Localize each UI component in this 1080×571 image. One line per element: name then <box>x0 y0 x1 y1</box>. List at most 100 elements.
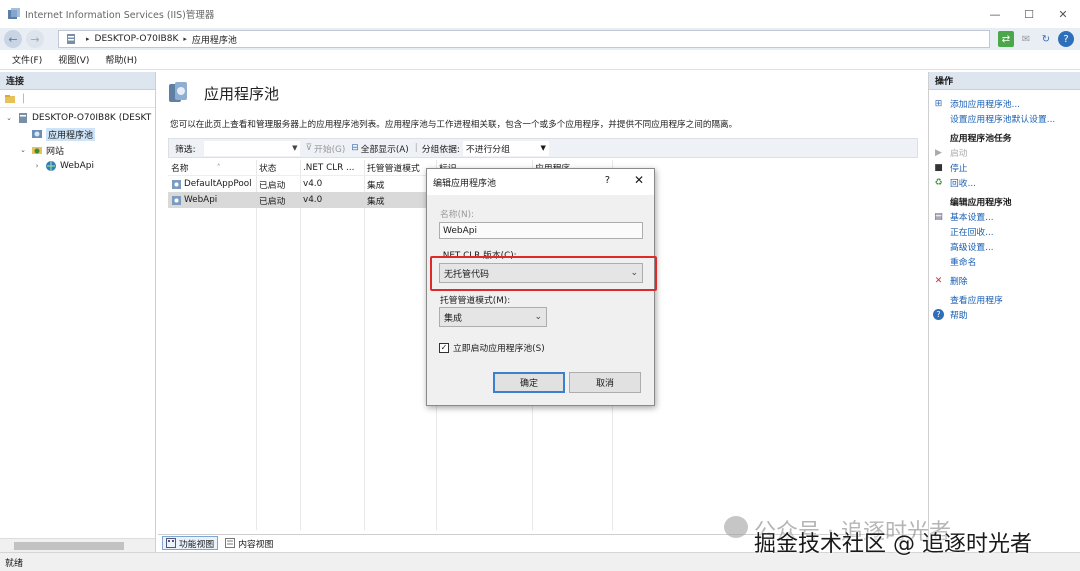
folder-globe-icon <box>32 147 42 154</box>
action-set-defaults[interactable]: 设置应用程序池默认设置... <box>929 111 1080 126</box>
action-label: 正在回收... <box>950 228 994 238</box>
horizontal-scrollbar[interactable] <box>0 538 155 552</box>
pool-name: WebApi <box>184 195 218 205</box>
server-icon <box>67 34 75 44</box>
actions-header: 操作 <box>929 72 1080 90</box>
action-label: 停止 <box>950 164 968 174</box>
app-pool-icon <box>172 195 181 205</box>
breadcrumb-app-pools[interactable]: 应用程序池 <box>192 33 237 46</box>
breadcrumb[interactable]: ▸ DESKTOP-O70IB8K ▸ 应用程序池 <box>58 30 990 48</box>
help-icon[interactable]: ? <box>1058 31 1074 47</box>
back-button[interactable]: ← <box>4 30 22 48</box>
tree-item-sites[interactable]: ⌄ 网站 <box>0 142 155 158</box>
pipeline-mode-select[interactable]: 集成 ⌄ <box>439 307 547 327</box>
action-view-applications[interactable]: 查看应用程序 <box>929 292 1080 307</box>
column-header-name[interactable]: 名称 ˄ <box>168 161 256 174</box>
action-add-app-pool[interactable]: ⊞ 添加应用程序池... <box>929 96 1080 111</box>
tree-item-label: 网站 <box>46 146 65 157</box>
action-label: 回收... <box>950 179 976 189</box>
toolbar-separator: | <box>414 143 418 153</box>
action-start[interactable]: ▶ 启动 <box>929 145 1080 160</box>
tree-item-server[interactable]: ⌄ DESKTOP-O70IB8K (DESKT <box>0 110 155 126</box>
action-label: 基本设置... <box>950 213 994 223</box>
action-basic-settings[interactable]: ▤ 基本设置... <box>929 209 1080 224</box>
ok-button[interactable]: 确定 <box>493 372 565 393</box>
action-label: 重命名 <box>950 258 977 268</box>
dialog-close-button[interactable]: ✕ <box>634 173 644 187</box>
page-header: 应用程序池 <box>166 80 279 106</box>
forward-button[interactable]: → <box>26 30 44 48</box>
action-label: 设置应用程序池默认设置... <box>950 115 1056 125</box>
action-stop[interactable]: ■ 停止 <box>929 160 1080 175</box>
action-recycle[interactable]: ♻ 回收... <box>929 175 1080 190</box>
window-title: Internet Information Services (IIS)管理器 <box>25 10 215 21</box>
recycle-icon: ♻ <box>934 177 943 188</box>
connect-to-server-icon[interactable] <box>4 93 16 105</box>
column-header-clr[interactable]: .NET CLR ... <box>300 163 364 173</box>
tree-item-webapi[interactable]: › WebApi <box>0 158 155 174</box>
connect-icon[interactable]: ⇄ <box>998 31 1014 47</box>
menu-file[interactable]: 文件(F) <box>12 53 42 66</box>
pipeline-mode-value: 集成 <box>444 313 463 324</box>
refresh-icon[interactable]: ↻ <box>1038 31 1054 47</box>
minimize-button[interactable]: — <box>978 0 1012 28</box>
scrollbar-thumb[interactable] <box>14 542 124 550</box>
name-field[interactable]: WebApi <box>439 222 643 239</box>
tab-content-view[interactable]: 内容视图 <box>222 536 276 550</box>
column-header-status[interactable]: 状态 <box>256 161 300 174</box>
page-title: 应用程序池 <box>204 84 280 103</box>
dialog-help-button[interactable]: ? <box>605 175 610 186</box>
tree-item-app-pools[interactable]: 应用程序池 <box>0 126 155 142</box>
action-advanced-settings[interactable]: 高级设置... <box>929 239 1080 254</box>
start-filter-label: 开始(G) <box>314 144 346 155</box>
breadcrumb-server[interactable]: DESKTOP-O70IB8K <box>95 34 179 44</box>
show-all-button[interactable]: ⊟ 全部显示(A) <box>351 142 408 155</box>
settings-page-icon: ▤ <box>934 211 943 222</box>
cancel-button[interactable]: 取消 <box>569 372 641 393</box>
menu-view[interactable]: 视图(V) <box>58 53 89 66</box>
dialog-title-bar: 编辑应用程序池 ? ✕ <box>427 169 654 195</box>
stop-icon[interactable]: ✉ <box>1018 31 1034 47</box>
menu-help[interactable]: 帮助(H) <box>105 53 137 66</box>
pool-status: 已启动 <box>259 196 286 207</box>
address-bar: ← → ▸ DESKTOP-O70IB8K ▸ 应用程序池 ⇄ ✉ ↻ ? <box>0 28 1080 50</box>
action-delete[interactable]: ✕ 删除 <box>929 273 1080 288</box>
connections-header: 连接 <box>0 72 155 90</box>
show-all-icon: ⊟ <box>351 143 359 153</box>
action-rename[interactable]: 重命名 <box>929 254 1080 269</box>
chevron-right-icon[interactable]: › <box>32 162 42 170</box>
close-button[interactable]: ✕ <box>1046 0 1080 28</box>
filter-input[interactable]: ▼ <box>203 140 300 156</box>
dropdown-arrow-icon: ▼ <box>292 144 298 152</box>
maximize-button[interactable]: ☐ <box>1012 0 1046 28</box>
group-by-select[interactable]: 不进行分组 ▼ <box>462 140 549 156</box>
chevron-down-icon[interactable]: ⌄ <box>4 114 14 122</box>
column-divider <box>256 160 257 530</box>
arrow-left-icon: ← <box>8 32 18 46</box>
start-filter-button[interactable]: ⊽ 开始(G) <box>306 142 346 155</box>
autostart-checkbox[interactable]: ✓ 立即启动应用程序池(S) <box>439 341 545 354</box>
breadcrumb-separator: ▸ <box>183 35 187 43</box>
action-label: 添加应用程序池... <box>950 100 1020 110</box>
pool-clr: v4.0 <box>303 195 323 205</box>
action-recycling[interactable]: 正在回收... <box>929 224 1080 239</box>
pool-name-cell: DefaultAppPool <box>168 179 256 190</box>
connections-toolbar: | <box>0 90 155 108</box>
action-label: 删除 <box>950 277 968 287</box>
tab-label: 内容视图 <box>238 539 274 550</box>
connections-tree: ⌄ DESKTOP-O70IB8K (DESKT 应用程序池 ⌄ 网站 › We… <box>0 108 155 174</box>
pool-clr: v4.0 <box>303 179 323 189</box>
section-pool-tasks: 应用程序池任务 <box>950 134 1012 144</box>
actions-pane: 操作 ⊞ 添加应用程序池... 设置应用程序池默认设置... 应用程序池任务 ▶… <box>928 72 1080 552</box>
action-help[interactable]: ? 帮助 <box>929 307 1080 322</box>
checkbox-checked-icon[interactable]: ✓ <box>439 342 449 353</box>
chevron-down-icon[interactable]: ⌄ <box>18 146 28 154</box>
title-bar: Internet Information Services (IIS)管理器 —… <box>0 0 1080 28</box>
server-icon <box>19 113 27 123</box>
globe-icon <box>46 161 56 171</box>
chevron-down-icon: ⌄ <box>534 312 542 322</box>
delete-x-icon: ✕ <box>934 275 943 286</box>
dialog-body: 名称(N): WebApi .NET CLR 版本(C): 无托管代码 ⌄ 托管… <box>427 195 654 405</box>
status-text: 就绪 <box>5 558 24 569</box>
tab-features-view[interactable]: 功能视图 <box>162 536 219 550</box>
